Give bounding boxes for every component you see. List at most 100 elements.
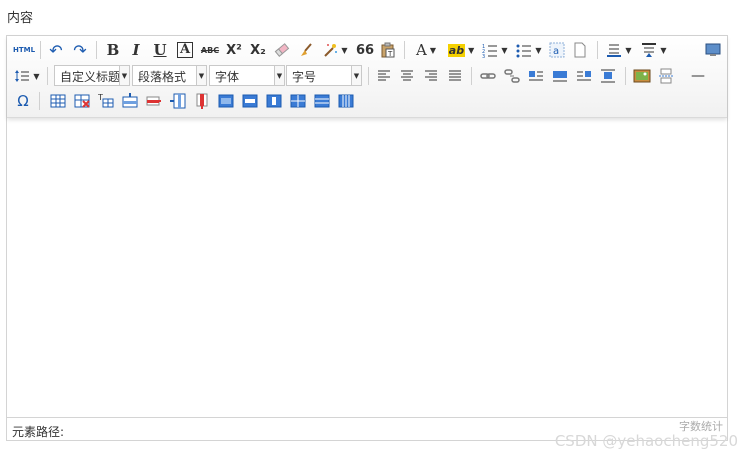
line-height-button[interactable]: ▼ — [11, 65, 43, 87]
unordered-list-button[interactable]: ▼ — [514, 39, 544, 61]
image-align-center-icon — [601, 69, 615, 83]
delete-column-icon — [196, 93, 208, 109]
new-document-button[interactable] — [570, 39, 590, 61]
bold-button[interactable]: B — [103, 39, 123, 61]
customstyle-value: 自定义标题 — [60, 70, 120, 84]
customstyle-select[interactable]: 自定义标题 ▼ — [54, 65, 130, 86]
image-right-button[interactable] — [573, 65, 595, 87]
row-spacing-icon — [607, 44, 622, 57]
source-html-button[interactable]: HTML — [11, 39, 37, 61]
delete-row-button[interactable] — [143, 90, 165, 112]
fontsize-select[interactable]: 字号 ▼ — [286, 65, 362, 86]
merge-cells-icon — [218, 94, 234, 108]
rowspacing-bottom-button[interactable]: ▼ — [639, 39, 669, 61]
justify-center-button[interactable] — [397, 65, 417, 87]
chevron-down-icon: ▼ — [33, 71, 40, 81]
rowspacing-top-button[interactable]: ▼ — [604, 39, 634, 61]
delete-table-button[interactable] — [71, 90, 93, 112]
eraser-button[interactable] — [271, 39, 293, 61]
insert-row-button[interactable] — [119, 90, 141, 112]
split-cols-icon — [338, 94, 354, 108]
undo-button[interactable]: ↶ — [45, 39, 67, 61]
editor-toolbar: HTML ↶ ↷ B I U A ABC X² X₂ ▼ 66 T A ▼ ab ▼ — [7, 36, 727, 118]
split-rows-icon — [314, 94, 330, 108]
align-right-icon — [425, 70, 437, 81]
page-break-button[interactable] — [655, 65, 677, 87]
insert-row-icon — [122, 93, 138, 108]
italic-button[interactable]: I — [126, 39, 146, 61]
insert-table-button[interactable] — [47, 90, 69, 112]
image-left-button[interactable] — [549, 65, 571, 87]
toolbar-separator — [597, 41, 598, 59]
split-to-cols-button[interactable] — [335, 90, 357, 112]
superscript-button[interactable]: X² — [223, 39, 245, 61]
ordered-list-button[interactable]: 123 ▼ — [480, 39, 510, 61]
subscript-button[interactable]: X₂ — [247, 39, 269, 61]
chevron-down-icon: ▼ — [341, 45, 348, 55]
special-char-button[interactable]: Ω — [13, 90, 33, 112]
fontborder-button[interactable]: A — [175, 39, 195, 61]
unlink-button[interactable] — [501, 65, 523, 87]
fontsize-value: 字号 — [292, 70, 317, 84]
strikethrough-button[interactable]: ABC — [199, 39, 221, 61]
merge-down-button[interactable] — [263, 90, 285, 112]
autotypeset-button[interactable]: ▼ — [319, 39, 351, 61]
insert-image-button[interactable] — [631, 65, 653, 87]
anchor-button[interactable]: a — [547, 39, 567, 61]
justify-right-button[interactable] — [421, 65, 441, 87]
justify-full-button[interactable] — [445, 65, 465, 87]
ordered-list-icon: 123 — [482, 44, 498, 58]
fontfamily-value: 字体 — [215, 70, 240, 84]
delete-column-button[interactable] — [191, 90, 213, 112]
split-cells-icon — [290, 94, 306, 108]
paste-text-icon: T — [381, 42, 395, 58]
paragraph-select[interactable]: 段落格式 ▼ — [132, 65, 207, 86]
chevron-down-icon[interactable]: ▼ — [119, 66, 129, 85]
bullet-list-icon — [516, 44, 532, 58]
forecolor-button[interactable]: A ▼ — [411, 39, 441, 61]
insert-column-icon — [170, 93, 186, 109]
link-button[interactable] — [477, 65, 499, 87]
align-left-icon — [378, 70, 390, 81]
fontborder-label: A — [176, 42, 194, 58]
backcolor-button[interactable]: ab ▼ — [445, 39, 477, 61]
insert-paragraph-before-table-button[interactable]: T — [95, 90, 117, 112]
insert-column-button[interactable] — [167, 90, 189, 112]
chevron-down-icon[interactable]: ▼ — [351, 66, 361, 85]
chevron-down-icon: ▼ — [625, 45, 632, 55]
chevron-down-icon[interactable]: ▼ — [274, 66, 284, 85]
blockquote-button[interactable]: 66 — [355, 39, 375, 61]
eraser-icon — [274, 43, 290, 57]
watermark: CSDN @yehaocheng520 — [554, 432, 738, 450]
toolbar-separator — [39, 92, 40, 110]
justify-left-button[interactable] — [374, 65, 394, 87]
merge-right-button[interactable] — [239, 90, 261, 112]
redo-button[interactable]: ↷ — [69, 39, 91, 61]
field-label: 内容 — [7, 11, 34, 26]
merge-cells-button[interactable] — [215, 90, 237, 112]
image-none-button[interactable] — [525, 65, 547, 87]
horizontal-rule-button[interactable]: — — [687, 65, 709, 87]
fontfamily-select[interactable]: 字体 ▼ — [209, 65, 285, 86]
chevron-down-icon[interactable]: ▼ — [196, 66, 206, 85]
chevron-down-icon: ▼ — [501, 45, 508, 55]
format-painter-button[interactable] — [295, 39, 317, 61]
toolbar-separator — [471, 67, 472, 85]
fullscreen-button[interactable] — [703, 39, 723, 61]
editor-content-area[interactable] — [7, 118, 727, 417]
chevron-down-icon: ▼ — [468, 45, 475, 55]
anchor-icon: a — [549, 42, 565, 58]
image-center-button[interactable] — [597, 65, 619, 87]
toolbar-separator — [47, 67, 48, 85]
toolbar-separator — [625, 67, 626, 85]
chevron-down-icon: ▼ — [535, 45, 542, 55]
image-align-left-icon — [553, 71, 567, 82]
underline-button[interactable]: U — [150, 39, 170, 61]
paste-plain-button[interactable]: T — [377, 39, 399, 61]
toolbar-separator — [40, 41, 41, 59]
split-to-rows-button[interactable] — [311, 90, 333, 112]
split-to-cells-button[interactable] — [287, 90, 309, 112]
delete-row-icon — [146, 96, 161, 106]
unlink-icon — [504, 69, 520, 83]
svg-text:T: T — [98, 93, 103, 102]
